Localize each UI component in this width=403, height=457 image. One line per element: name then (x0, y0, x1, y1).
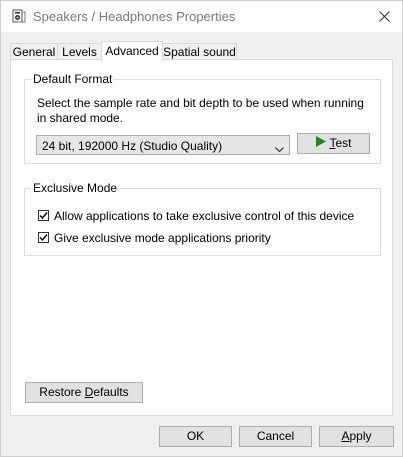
allow-exclusive-checkbox-row[interactable]: Allow applications to take exclusive con… (38, 208, 354, 223)
test-button[interactable]: Test (297, 133, 370, 154)
tab-general-label: General (12, 45, 56, 59)
tab-levels[interactable]: Levels (57, 43, 102, 60)
apply-button-label: pply (349, 429, 372, 443)
tab-spatial-sound-label: Spatial sound (163, 45, 236, 59)
format-select-value: 24 bit, 192000 Hz (Studio Quality) (42, 139, 223, 153)
apply-button[interactable]: Apply (319, 426, 394, 447)
format-select[interactable]: 24 bit, 192000 Hz (Studio Quality) (36, 135, 290, 155)
window-title: Speakers / Headphones Properties (33, 9, 236, 24)
ok-button-label: OK (186, 429, 205, 443)
close-button[interactable] (370, 3, 398, 29)
restore-defaults-prefix: Restore (39, 385, 85, 399)
restore-defaults-button[interactable]: Restore Defaults (25, 382, 143, 403)
play-icon (315, 134, 327, 153)
title-bar[interactable]: Speakers / Headphones Properties (1, 1, 402, 32)
default-format-label: Default Format (31, 72, 115, 86)
default-format-group: Default Format Select the sample rate an… (24, 72, 381, 164)
default-format-description: Select the sample rate and bit depth to … (37, 96, 364, 125)
cancel-button[interactable]: Cancel (239, 426, 312, 447)
tab-advanced-label: Advanced (105, 44, 159, 58)
ok-button[interactable]: OK (159, 426, 232, 447)
tab-levels-label: Levels (62, 45, 97, 59)
tab-spatial-sound[interactable]: Spatial sound (162, 43, 237, 60)
allow-exclusive-label: Allow applications to take exclusive con… (54, 208, 355, 223)
priority-checkbox[interactable] (38, 232, 49, 244)
allow-exclusive-checkbox[interactable] (38, 210, 49, 222)
exclusive-mode-label: Exclusive Mode (31, 181, 120, 195)
advanced-panel: Default Format Select the sample rate an… (10, 59, 393, 416)
chevron-down-icon (275, 142, 284, 156)
speaker-icon (12, 9, 26, 23)
tab-advanced[interactable]: Advanced (101, 41, 163, 61)
apply-button-accel: A (341, 429, 350, 443)
checkmark-icon (39, 212, 48, 220)
close-icon (378, 10, 390, 22)
restore-defaults-rest: efaults (93, 385, 129, 399)
priority-label: Give exclusive mode applications priorit… (54, 230, 271, 245)
exclusive-mode-group: Exclusive Mode Allow applications to tak… (24, 181, 381, 256)
properties-dialog: Speakers / Headphones Properties General… (0, 0, 403, 457)
cancel-button-label: Cancel (256, 429, 295, 443)
priority-checkbox-row[interactable]: Give exclusive mode applications priorit… (38, 230, 271, 245)
checkmark-icon (39, 234, 48, 242)
tab-general[interactable]: General (10, 43, 58, 60)
test-button-label: est (335, 136, 352, 150)
